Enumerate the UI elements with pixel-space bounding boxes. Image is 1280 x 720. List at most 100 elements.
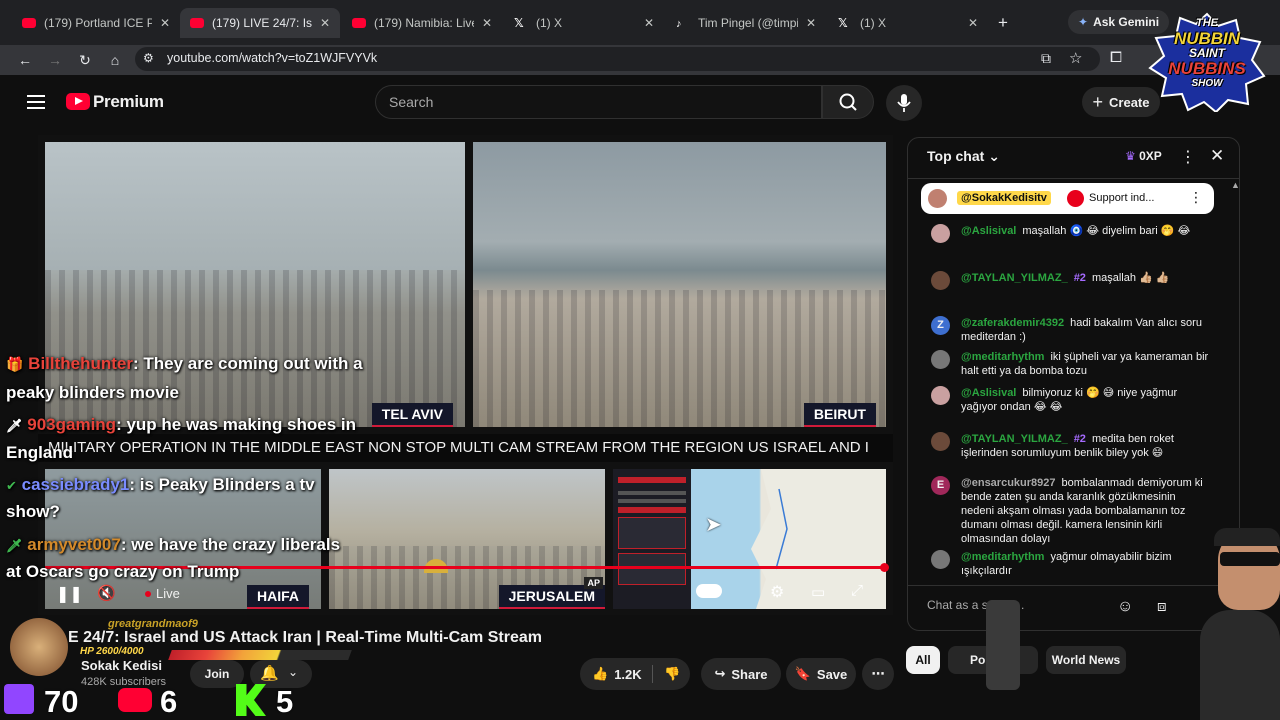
join-button[interactable]: Join bbox=[190, 660, 244, 688]
progress-scrubber-handle[interactable] bbox=[880, 563, 889, 572]
overlay-chat-user: 903gaming bbox=[27, 415, 117, 434]
forward-icon[interactable]: → bbox=[45, 51, 65, 69]
url-text[interactable]: youtube.com/watch?v=toZ1WJFVYVk bbox=[167, 51, 377, 65]
browser-tab[interactable]: 𝕏 (1) X ✕ bbox=[828, 8, 988, 38]
channel-name[interactable]: Sokak Kedisi bbox=[81, 658, 162, 673]
live-dot-icon bbox=[145, 590, 151, 597]
fullscreen-icon[interactable]: ⤢ bbox=[851, 582, 863, 599]
close-tab-icon[interactable]: ✕ bbox=[320, 16, 330, 30]
logo-line: NUBBIN bbox=[1173, 29, 1241, 48]
mute-icon[interactable]: 🔇 bbox=[97, 584, 116, 602]
kick-icon bbox=[236, 684, 266, 716]
browser-tab[interactable]: ♪ Tim Pingel (@timpi ✕ bbox=[666, 8, 826, 38]
save-label: Save bbox=[816, 666, 848, 682]
chat-text: maşallah 👍🏼 👍🏼 bbox=[1091, 272, 1170, 284]
close-tab-icon[interactable]: ✕ bbox=[968, 16, 978, 30]
overlay-chat-continued: show? bbox=[6, 502, 60, 521]
browser-tab[interactable]: (179) Namibia: Live ✕ bbox=[342, 8, 502, 38]
chat-message[interactable]: @Aslisival bilmiyoruz ki 🤭 😅 niye yağmur … bbox=[931, 386, 1211, 414]
live-label: Live bbox=[156, 586, 180, 601]
avatar bbox=[928, 189, 947, 208]
home-icon[interactable]: ⌂ bbox=[105, 51, 125, 69]
category-chip-world-news[interactable]: World News bbox=[1046, 646, 1126, 674]
chat-message[interactable]: @meditarhythm iki şüpheli var ya kamerama… bbox=[931, 350, 1211, 378]
thumbs-down-icon[interactable]: 👎 bbox=[664, 666, 680, 682]
extensions-icon[interactable]: ⧠ bbox=[1110, 49, 1122, 66]
close-tab-icon[interactable]: ✕ bbox=[160, 16, 170, 30]
x-icon: 𝕏 bbox=[514, 16, 524, 30]
sword-icon: 🗡 bbox=[6, 418, 23, 433]
avatar: Z bbox=[931, 316, 950, 335]
chat-more-icon[interactable]: ⋮ bbox=[1180, 147, 1196, 167]
pinned-banner[interactable]: @SokakKedisitv Support ind... ⋮ bbox=[921, 183, 1214, 214]
xp-badge[interactable]: ♛ 0XP bbox=[1125, 149, 1162, 163]
bell-icon: 🔔 bbox=[260, 665, 279, 682]
browser-tab-active[interactable]: (179) LIVE 24/7: Israel a ✕ bbox=[180, 8, 340, 38]
pinned-more-icon[interactable]: ⋮ bbox=[1189, 189, 1203, 206]
reload-icon[interactable]: ↻ bbox=[75, 51, 95, 69]
twitch-viewer-count: 70 bbox=[44, 684, 79, 719]
x-icon: 𝕏 bbox=[838, 16, 848, 30]
avatar bbox=[931, 386, 950, 405]
search-button[interactable] bbox=[822, 85, 874, 119]
browser-tab[interactable]: (179) Portland ICE Prote ✕ bbox=[12, 8, 180, 38]
chat-message[interactable]: Z @zaferakdemir4392 hadi bakalım Van alıc… bbox=[931, 316, 1211, 344]
pinned-text: Support ind... bbox=[1089, 192, 1155, 204]
new-tab-button[interactable]: + bbox=[998, 13, 1008, 33]
tab-title: (179) Namibia: Live bbox=[374, 16, 474, 30]
chat-mode-dropdown[interactable]: Top chat ⌄ bbox=[927, 148, 1000, 165]
youtube-icon bbox=[118, 688, 152, 712]
overlay-chat-user: cassiebrady1 bbox=[21, 475, 130, 494]
save-button[interactable]: 🔖 Save bbox=[786, 658, 856, 690]
live-indicator[interactable]: Live bbox=[145, 586, 180, 601]
thumbs-up-icon[interactable]: 👍 bbox=[592, 666, 608, 682]
chat-author: @meditarhythm bbox=[961, 351, 1045, 363]
share-button[interactable]: ↪ Share bbox=[701, 658, 781, 690]
chat-scroll-up-icon[interactable]: ▲ bbox=[1231, 180, 1240, 190]
like-count[interactable]: 1.2K bbox=[614, 667, 641, 682]
category-chip-all[interactable]: All bbox=[906, 646, 940, 674]
overlay-chat-message: 🎁 Billthehunter: They are coming out wit… bbox=[6, 354, 363, 374]
browser-tab[interactable]: 𝕏 (1) X ✕ bbox=[504, 8, 664, 38]
close-tab-icon[interactable]: ✕ bbox=[806, 16, 816, 30]
bookmark-star-icon[interactable]: ☆ bbox=[1069, 49, 1082, 67]
more-actions-button[interactable]: ⋯ bbox=[862, 658, 894, 690]
emoji-icon[interactable]: ☺ bbox=[1117, 598, 1133, 616]
theater-mode-icon[interactable]: ▭ bbox=[811, 583, 825, 601]
avatar bbox=[931, 350, 950, 369]
channel-avatar[interactable] bbox=[10, 618, 68, 676]
chevron-down-icon: ⌄ bbox=[288, 665, 299, 679]
close-tab-icon[interactable]: ✕ bbox=[482, 16, 492, 30]
chat-message[interactable]: @Aslisival maşallah 🧿 😂 diyelim bari 🤭 😂 bbox=[931, 224, 1211, 243]
overlay-chat-user: armyvet007 bbox=[27, 535, 121, 554]
chat-message[interactable]: @TAYLAN_YILMAZ_ #2 maşallah 👍🏼 👍🏼 bbox=[931, 271, 1211, 290]
chat-message[interactable]: @TAYLAN_YILMAZ_ #2 medita ben roket işleri… bbox=[931, 432, 1211, 460]
site-info-icon[interactable]: ⚙ bbox=[143, 51, 154, 65]
autoplay-toggle[interactable] bbox=[696, 584, 722, 598]
subscriber-count: 428K subscribers bbox=[81, 676, 166, 688]
overlay-chat-text: : yup he was making shoes in bbox=[116, 415, 357, 434]
pause-icon[interactable]: ❚❚ bbox=[56, 584, 83, 604]
support-icon bbox=[1067, 190, 1084, 207]
back-icon[interactable]: ← bbox=[15, 51, 35, 69]
overlay-chat-text: : we have the crazy liberals bbox=[120, 535, 341, 554]
youtube-premium-logo-text[interactable]: Premium bbox=[93, 92, 164, 112]
settings-icon[interactable]: ⚙ bbox=[770, 582, 784, 602]
super-chat-icon[interactable]: ⧈ bbox=[1157, 598, 1167, 615]
gemini-icon: ✦ bbox=[1078, 15, 1089, 29]
avatar: E bbox=[931, 476, 950, 495]
crown-icon: ♛ bbox=[1125, 149, 1136, 163]
menu-icon[interactable] bbox=[27, 95, 45, 109]
voice-search-button[interactable] bbox=[886, 85, 922, 121]
youtube-logo-icon[interactable] bbox=[66, 93, 90, 110]
more-horizontal-icon: ⋯ bbox=[871, 666, 885, 681]
camera-feed-beirut: BEIRUT bbox=[473, 142, 886, 427]
install-app-icon[interactable]: ⧉ bbox=[1041, 50, 1051, 67]
chat-message[interactable]: E @ensarcukur8927 bombalanmadı demiyorum … bbox=[931, 476, 1211, 546]
avatar bbox=[931, 550, 950, 569]
close-tab-icon[interactable]: ✕ bbox=[644, 16, 654, 30]
search-icon bbox=[839, 93, 857, 111]
chat-message[interactable]: @meditarhythm yağmur olmayabilir bizim ış… bbox=[931, 550, 1211, 578]
search-input[interactable]: Search bbox=[375, 85, 822, 119]
close-chat-icon[interactable]: ✕ bbox=[1210, 146, 1224, 166]
